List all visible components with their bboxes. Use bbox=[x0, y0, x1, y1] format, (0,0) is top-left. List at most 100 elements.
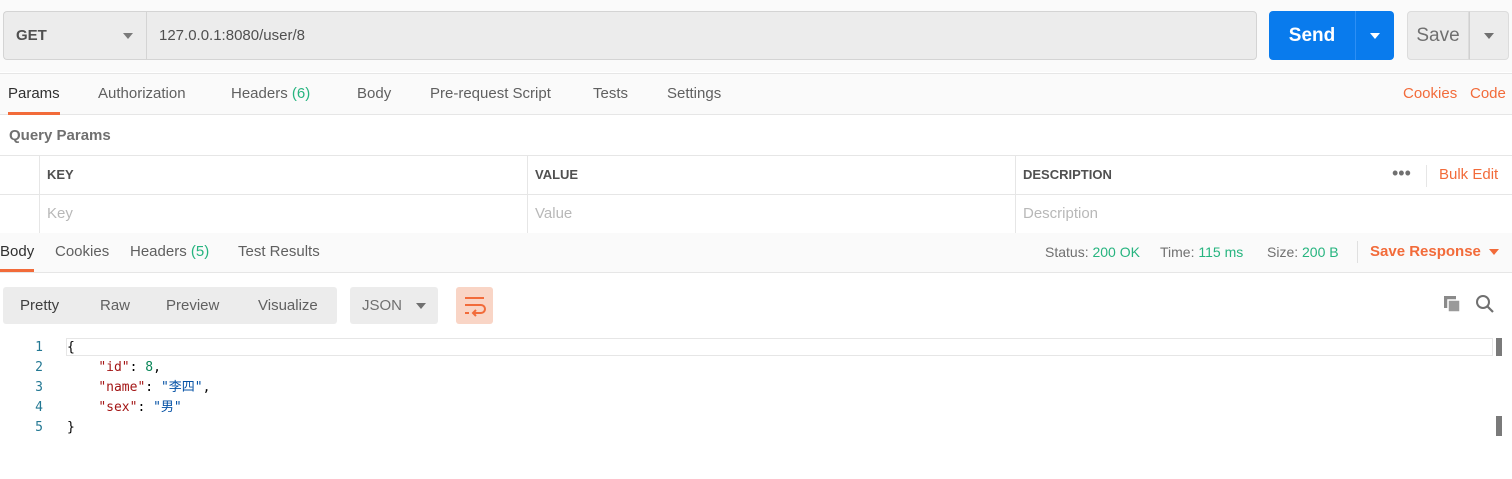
tab-body[interactable]: Body bbox=[357, 74, 391, 115]
send-button[interactable]: Send bbox=[1269, 11, 1355, 60]
open-brace: { bbox=[67, 340, 75, 355]
code-line: 1 { bbox=[0, 338, 1495, 358]
method-select[interactable]: GET bbox=[3, 11, 146, 60]
tab-pre-request-script[interactable]: Pre-request Script bbox=[430, 74, 551, 115]
tab-label: Cookies bbox=[55, 243, 110, 260]
headers-count: (6) bbox=[291, 85, 311, 102]
request-bar: GET Send Save bbox=[0, 0, 1512, 72]
code-line: 4 "sex": "男" bbox=[0, 398, 1495, 418]
time-label: Time: bbox=[1160, 244, 1195, 260]
size-label: Size: bbox=[1267, 244, 1299, 260]
line-number: 1 bbox=[35, 340, 43, 355]
json-value: "李四" bbox=[160, 380, 203, 395]
value-input[interactable] bbox=[535, 205, 992, 222]
view-visualize-button[interactable]: Visualize bbox=[258, 287, 318, 324]
tab-label: Settings bbox=[667, 85, 722, 102]
url-input[interactable] bbox=[146, 11, 1257, 60]
response-tab-body[interactable]: Body bbox=[0, 233, 35, 272]
response-tab-cookies[interactable]: Cookies bbox=[55, 233, 109, 272]
save-response-button[interactable]: Save Response bbox=[1370, 233, 1499, 271]
key-input[interactable] bbox=[47, 205, 504, 222]
tab-label: Headers bbox=[130, 243, 187, 260]
description-input[interactable] bbox=[1023, 205, 1488, 222]
save-button[interactable]: Save bbox=[1407, 11, 1469, 60]
code-text: "name": "李四", bbox=[98, 380, 211, 395]
chevron-down-icon bbox=[1488, 249, 1499, 256]
save-response-label: Save Response bbox=[1370, 243, 1481, 260]
method-label: GET bbox=[16, 27, 47, 44]
params-header-row: KEY VALUE DESCRIPTION ••• Bulk Edit bbox=[0, 156, 1512, 195]
json-key: "id" bbox=[98, 360, 130, 375]
tab-authorization[interactable]: Authorization bbox=[98, 74, 186, 115]
json-comma: , bbox=[153, 360, 161, 375]
response-body-editor[interactable]: 1 { 2 "id": 8, 3 "name": "李四", 4 "sex": … bbox=[0, 338, 1512, 479]
tab-label: Tests bbox=[593, 85, 629, 102]
tab-settings[interactable]: Settings bbox=[667, 74, 721, 115]
headers-count: (5) bbox=[190, 243, 210, 260]
line-number: 2 bbox=[35, 360, 43, 375]
tab-label: Test Results bbox=[238, 243, 320, 260]
tab-label: Body bbox=[0, 243, 35, 260]
time-value: 115 ms bbox=[1198, 244, 1244, 260]
tab-tests[interactable]: Tests bbox=[593, 74, 628, 115]
tab-headers[interactable]: Headers (6) bbox=[231, 74, 310, 115]
code-text: "id": 8, bbox=[98, 360, 161, 375]
response-tab-test-results[interactable]: Test Results bbox=[238, 233, 320, 272]
cookies-link[interactable]: Cookies bbox=[1403, 74, 1457, 114]
close-brace: } bbox=[67, 420, 75, 435]
column-header-key: KEY bbox=[39, 156, 528, 194]
chevron-down-icon bbox=[1484, 33, 1494, 39]
scrollbar-thumb[interactable] bbox=[1496, 338, 1502, 356]
size-stat: Size: 200 B bbox=[1267, 233, 1339, 271]
search-icon[interactable] bbox=[1475, 294, 1495, 314]
tab-label: Headers bbox=[231, 85, 288, 102]
status-label: Status: bbox=[1045, 244, 1089, 260]
status-value: 200 OK bbox=[1092, 244, 1140, 260]
column-header-description: DESCRIPTION bbox=[1015, 156, 1512, 194]
tab-label: Authorization bbox=[98, 85, 186, 102]
json-key: "name" bbox=[98, 380, 146, 395]
format-label: JSON bbox=[362, 297, 403, 314]
response-bar: Body Cookies Headers (5) Test Results St… bbox=[0, 233, 1512, 273]
line-number: 5 bbox=[35, 420, 43, 435]
params-row bbox=[0, 195, 1512, 234]
wrap-lines-icon bbox=[465, 297, 486, 317]
scrollbar-marker[interactable] bbox=[1496, 416, 1502, 436]
status-stat: Status: 200 OK bbox=[1045, 233, 1140, 271]
description-cell bbox=[1015, 195, 1512, 233]
view-pretty-button[interactable]: Pretty bbox=[20, 287, 59, 324]
code-text: } bbox=[67, 418, 75, 438]
view-raw-button[interactable]: Raw bbox=[100, 287, 130, 324]
query-params-title: Query Params bbox=[9, 127, 111, 144]
divider bbox=[1357, 241, 1358, 263]
view-mode-group: Pretty Raw Preview Visualize bbox=[3, 287, 337, 324]
format-select[interactable]: JSON bbox=[350, 287, 438, 324]
column-header-value: VALUE bbox=[527, 156, 1016, 194]
send-options-button[interactable] bbox=[1355, 11, 1394, 60]
view-toolbar: Pretty Raw Preview Visualize JSON bbox=[0, 274, 1512, 338]
view-preview-button[interactable]: Preview bbox=[166, 287, 219, 324]
tab-params[interactable]: Params bbox=[8, 74, 60, 115]
divider bbox=[1426, 165, 1427, 187]
value-cell bbox=[527, 195, 1016, 233]
tab-label: Pre-request Script bbox=[430, 85, 551, 102]
time-stat: Time: 115 ms bbox=[1160, 233, 1243, 271]
code-link[interactable]: Code bbox=[1470, 74, 1506, 114]
chevron-down-icon bbox=[416, 303, 426, 309]
key-cell bbox=[39, 195, 528, 233]
size-value: 200 B bbox=[1302, 244, 1339, 260]
code-text: { bbox=[67, 338, 75, 358]
json-value: "男" bbox=[153, 400, 182, 415]
tab-label: Body bbox=[357, 85, 392, 102]
response-tab-headers[interactable]: Headers (5) bbox=[130, 233, 209, 272]
save-options-button[interactable] bbox=[1469, 11, 1509, 60]
line-number: 4 bbox=[35, 400, 43, 415]
code-line: 3 "name": "李四", bbox=[0, 378, 1495, 398]
chevron-down-icon bbox=[123, 33, 133, 39]
code-text: "sex": "男" bbox=[98, 400, 182, 415]
copy-icon[interactable] bbox=[1442, 294, 1462, 314]
wrap-lines-button[interactable] bbox=[456, 287, 493, 324]
bulk-edit-link[interactable]: Bulk Edit bbox=[1439, 156, 1498, 194]
request-tabs: Params Authorization Headers (6) Body Pr… bbox=[0, 73, 1512, 115]
more-options-icon[interactable]: ••• bbox=[1392, 164, 1411, 182]
